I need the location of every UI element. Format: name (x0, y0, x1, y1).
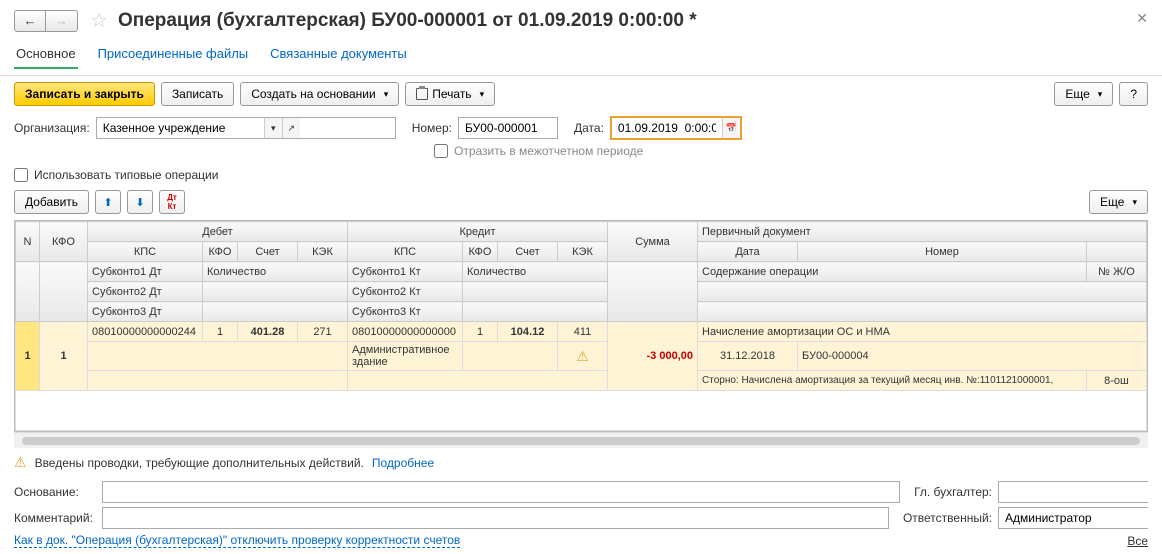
move-up-button[interactable]: ⬆ (95, 190, 121, 214)
nav-forward-button[interactable]: → (46, 10, 78, 32)
tab-main[interactable]: Основное (14, 43, 78, 69)
warning-more-link[interactable]: Подробнее (372, 456, 434, 470)
use-typical-label: Использовать типовые операции (34, 168, 218, 182)
table-row[interactable]: 1 1 08010000000000244 1 401.28 271 08010… (16, 322, 1147, 342)
col-k-kfo: КФО (463, 242, 498, 262)
col-kfo: КФО (40, 222, 88, 262)
warning-text: Введены проводки, требующие дополнительн… (35, 456, 364, 470)
accountant-label: Гл. бухгалтер: (914, 485, 992, 499)
favorite-star-icon[interactable]: ☆ (90, 8, 108, 33)
horizontal-scrollbar[interactable] (14, 432, 1148, 448)
col-debit: Дебет (88, 222, 348, 242)
date-input[interactable] (612, 118, 722, 138)
warning-icon: ⚠ (576, 348, 589, 364)
col-d-kfo: КФО (203, 242, 238, 262)
help-button[interactable]: ? (1119, 82, 1148, 106)
number-field[interactable] (458, 117, 558, 139)
org-label: Организация: (14, 121, 90, 135)
responsible-combo[interactable]: ▾ ↗ (998, 507, 1148, 529)
save-close-button[interactable]: Записать и закрыть (14, 82, 155, 106)
col-k-kps: КПС (348, 242, 463, 262)
move-down-button[interactable]: ⬇ (127, 190, 153, 214)
col-pnum: Номер (798, 242, 1087, 262)
tab-files[interactable]: Присоединенные файлы (96, 43, 251, 69)
calendar-icon[interactable]: 📅 (722, 118, 740, 138)
col-primary: Первичный документ (698, 222, 1147, 242)
comment-input[interactable] (102, 507, 889, 529)
col-pdate: Дата (698, 242, 798, 262)
footer-all-link[interactable]: Все (1127, 534, 1148, 548)
col-k-kek: КЭК (558, 242, 608, 262)
basis-label: Основание: (14, 485, 96, 499)
interperiod-checkbox[interactable] (434, 144, 448, 158)
org-dropdown-icon[interactable]: ▾ (264, 118, 282, 138)
responsible-label: Ответственный: (903, 511, 992, 525)
interperiod-label: Отразить в межотчетном периоде (454, 144, 643, 158)
print-button[interactable]: Печать (405, 82, 495, 106)
col-d-acc: Счет (238, 242, 298, 262)
number-label: Номер: (412, 121, 452, 135)
more-button[interactable]: Еще (1054, 82, 1113, 106)
close-icon[interactable]: ✕ (1136, 10, 1148, 27)
date-field[interactable]: 📅 (610, 116, 742, 140)
date-label: Дата: (574, 121, 604, 135)
add-row-button[interactable]: Добавить (14, 190, 89, 214)
page-title: Операция (бухгалтерская) БУ00-000001 от … (118, 10, 697, 32)
number-input[interactable] (459, 118, 555, 138)
col-d-kek: КЭК (298, 242, 348, 262)
col-n: N (16, 222, 40, 262)
tab-linked[interactable]: Связанные документы (268, 43, 409, 69)
printer-icon (416, 88, 428, 100)
table-row[interactable]: Административное здание ⚠ 31.12.2018 БУ0… (16, 342, 1147, 371)
create-based-button[interactable]: Создать на основании (240, 82, 399, 106)
nav-back-button[interactable]: ← (14, 10, 46, 32)
accountant-combo[interactable]: ▾ ↗ (998, 481, 1148, 503)
basis-input[interactable] (102, 481, 900, 503)
responsible-input[interactable] (999, 508, 1162, 528)
save-button[interactable]: Записать (161, 82, 234, 106)
entries-table[interactable]: N КФО Дебет Кредит Сумма Первичный докум… (14, 220, 1148, 432)
table-row[interactable]: Сторно: Начислена амортизация за текущий… (16, 371, 1147, 391)
col-credit: Кредит (348, 222, 608, 242)
use-typical-checkbox[interactable] (14, 168, 28, 182)
dtkt-button[interactable]: ДтКт (159, 190, 185, 214)
comment-label: Комментарий: (14, 511, 96, 525)
table-more-button[interactable]: Еще (1089, 190, 1148, 214)
org-open-icon[interactable]: ↗ (282, 118, 300, 138)
col-d-kps: КПС (88, 242, 203, 262)
warning-icon: ⚠ (14, 454, 27, 471)
col-k-acc: Счет (498, 242, 558, 262)
org-combo[interactable]: ▾ ↗ (96, 117, 396, 139)
col-sum: Сумма (608, 222, 698, 262)
org-input[interactable] (97, 118, 264, 138)
footer-help-link[interactable]: Как в док. "Операция (бухгалтерская)" от… (14, 533, 460, 548)
